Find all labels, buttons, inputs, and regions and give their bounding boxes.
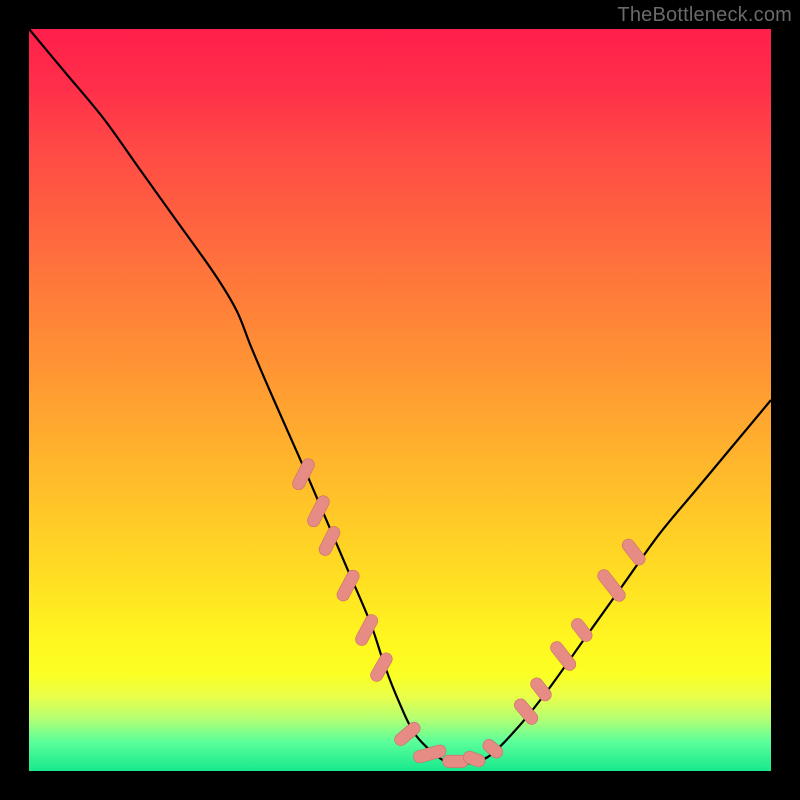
chart-svg — [29, 29, 771, 771]
curve-marker — [392, 720, 423, 749]
curve-marker — [620, 537, 648, 568]
chart-frame: TheBottleneck.com — [0, 0, 800, 800]
plot-area — [29, 29, 771, 771]
curve-marker — [412, 744, 447, 765]
bottleneck-curve — [29, 29, 771, 765]
curve-marker — [317, 524, 342, 557]
curve-marker — [353, 612, 380, 647]
curve-markers — [290, 457, 647, 769]
watermark-text: TheBottleneck.com — [617, 4, 792, 27]
curve-marker — [512, 696, 541, 727]
curve-marker — [335, 568, 362, 603]
curve-marker — [528, 675, 554, 703]
